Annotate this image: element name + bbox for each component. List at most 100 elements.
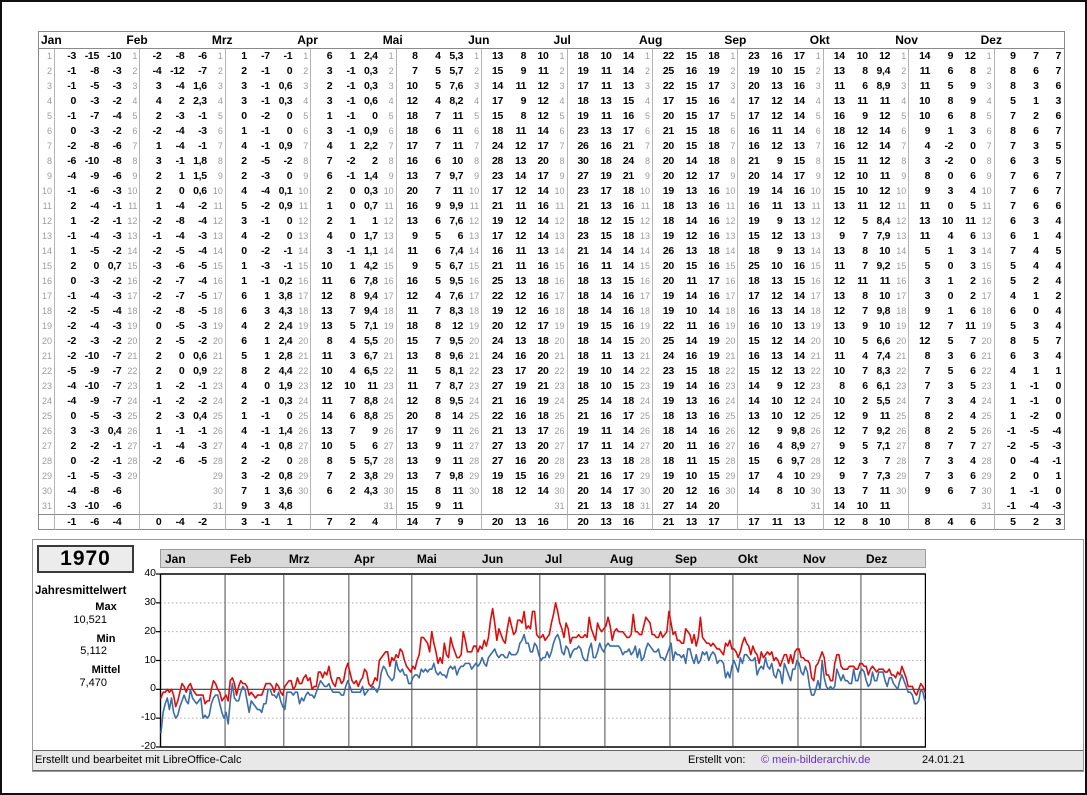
day-number: 1 — [210, 49, 226, 64]
temp-mittel: -2 — [198, 200, 207, 212]
temp-mittel: 16 — [708, 425, 720, 437]
temp-max: 17 — [748, 110, 760, 122]
temp-mittel: 4,3 — [363, 485, 378, 497]
day-number: 8 — [722, 154, 739, 169]
temp-min: 8 — [435, 320, 441, 332]
day-number: 9 — [381, 169, 397, 184]
temp-min: 1 — [1033, 290, 1039, 302]
temp-min: 11 — [686, 455, 697, 467]
month-grid: 1 8 4 5,3 2 7 5 5,7 3 10 5 7,6 4 12 4 8,2 5 18 7 11 6 18 6 11 7 1… — [380, 49, 467, 530]
temp-mittel: 6 — [970, 305, 976, 317]
temp-mittel: 0 — [286, 125, 293, 137]
temp-mittel: -1 — [1052, 455, 1062, 467]
temp-min: 18 — [600, 155, 612, 167]
temp-min: -4 — [90, 290, 99, 302]
temp-min: 16 — [600, 470, 612, 482]
temp-mittel: -1 — [198, 380, 207, 392]
temp-mittel: 2,4 — [278, 320, 293, 332]
temp-max: 1 — [241, 275, 247, 287]
temp-min: 6 — [1033, 170, 1039, 182]
day-number: 29 — [39, 469, 55, 484]
month-summary-value: 2 — [335, 514, 359, 530]
temp-max: 19 — [662, 395, 674, 407]
month-label: Mai — [380, 32, 467, 49]
footer-author-link[interactable]: © mein-bilderarchiv.de — [761, 751, 870, 770]
day-number: 28 — [979, 454, 995, 469]
temp-min: 10 — [771, 260, 783, 272]
day-number: 9 — [979, 169, 995, 184]
temp-mittel: 1,4 — [278, 425, 293, 437]
summary-day-cell — [722, 514, 739, 530]
temp-mittel: -1 — [112, 215, 122, 227]
temp-max: 3 — [326, 245, 333, 257]
temp-mittel: 0 — [970, 155, 976, 167]
temp-min: 3 — [947, 350, 954, 362]
temp-min: 0 — [947, 200, 954, 212]
day-number: 3 — [552, 79, 568, 94]
month-summary-value: 11 — [762, 514, 786, 530]
temp-mittel: 11 — [452, 440, 464, 452]
day-number: 21 — [893, 349, 910, 364]
y-axis-tick-20: 20 — [144, 624, 156, 637]
temp-min: 5 — [862, 440, 868, 452]
temp-mittel: 12 — [879, 50, 891, 62]
temp-mittel: 16 — [708, 200, 720, 212]
temp-max: 9 — [924, 125, 931, 137]
temp-max: 15 — [406, 500, 418, 512]
temp-mittel: 16 — [708, 95, 720, 107]
temp-max: 24 — [492, 335, 504, 347]
temp-mittel: 16 — [708, 485, 720, 497]
temp-max: 10 — [919, 110, 931, 122]
day-number: 11 — [124, 199, 141, 214]
day-number: 21 — [979, 349, 995, 364]
temp-mittel: -3 — [112, 65, 122, 77]
temp-min: 10 — [771, 65, 783, 77]
temp-mittel: 2,4 — [363, 50, 378, 62]
temp-mittel: -2 — [112, 335, 122, 347]
temp-mittel: -1 — [283, 245, 293, 257]
temp-mittel: 15 — [622, 275, 634, 287]
month-col-Jun: Jun 1 13 8 10 2 15 9 11 3 14 11 12 4 17 9 12 5 15 8 12 6 18 11 1… — [466, 32, 552, 530]
day-number: 24 — [979, 394, 995, 409]
temp-mittel: 0,3 — [363, 185, 378, 197]
temp-max: 5 — [1010, 260, 1016, 272]
temp-max: 12 — [406, 95, 418, 107]
day-number: 21 — [466, 349, 483, 364]
temp-min: 9 — [776, 215, 783, 227]
summary-day-cell — [636, 514, 653, 530]
temp-min: 16 — [685, 350, 697, 362]
temp-min: 8 — [435, 485, 441, 497]
temp-mittel: 0,1 — [278, 185, 293, 197]
day-number: 9 — [722, 169, 739, 184]
temp-min: 11 — [771, 200, 783, 212]
temp-mittel: 4 — [1055, 230, 1062, 242]
temp-mittel: 0 — [286, 110, 293, 122]
temp-max: 19 — [577, 425, 589, 437]
temp-mittel: 10 — [537, 50, 549, 62]
month-summary-value: -4 — [102, 514, 125, 530]
month-label: Apr — [295, 32, 381, 49]
temp-max: 19 — [662, 185, 674, 197]
temp-min: 10 — [600, 365, 612, 377]
temp-min: -6 — [175, 455, 185, 467]
temp-min: 1 — [178, 170, 185, 182]
day-number: 7 — [295, 139, 312, 154]
temp-max: 14 — [833, 50, 845, 62]
temp-min: 0 — [947, 260, 954, 272]
temp-mittel: 11 — [879, 95, 891, 107]
day-number: 23 — [210, 379, 226, 394]
day-number: 6 — [210, 124, 226, 139]
temp-max: -4 — [67, 395, 76, 407]
temp-mittel: 10 — [879, 290, 891, 302]
temp-min: 7 — [862, 230, 868, 242]
temp-mittel: 11 — [452, 500, 464, 512]
temp-mittel: 14 — [622, 365, 634, 377]
temp-max: 3 — [326, 125, 333, 137]
day-number: 26 — [979, 424, 995, 439]
temp-mittel: -1 — [198, 140, 207, 152]
temp-min: 16 — [515, 350, 527, 362]
temp-min: -2 — [261, 245, 270, 257]
temp-min: 7 — [862, 470, 868, 482]
temp-mittel: 20 — [537, 365, 549, 377]
temp-min: 16 — [600, 140, 612, 152]
